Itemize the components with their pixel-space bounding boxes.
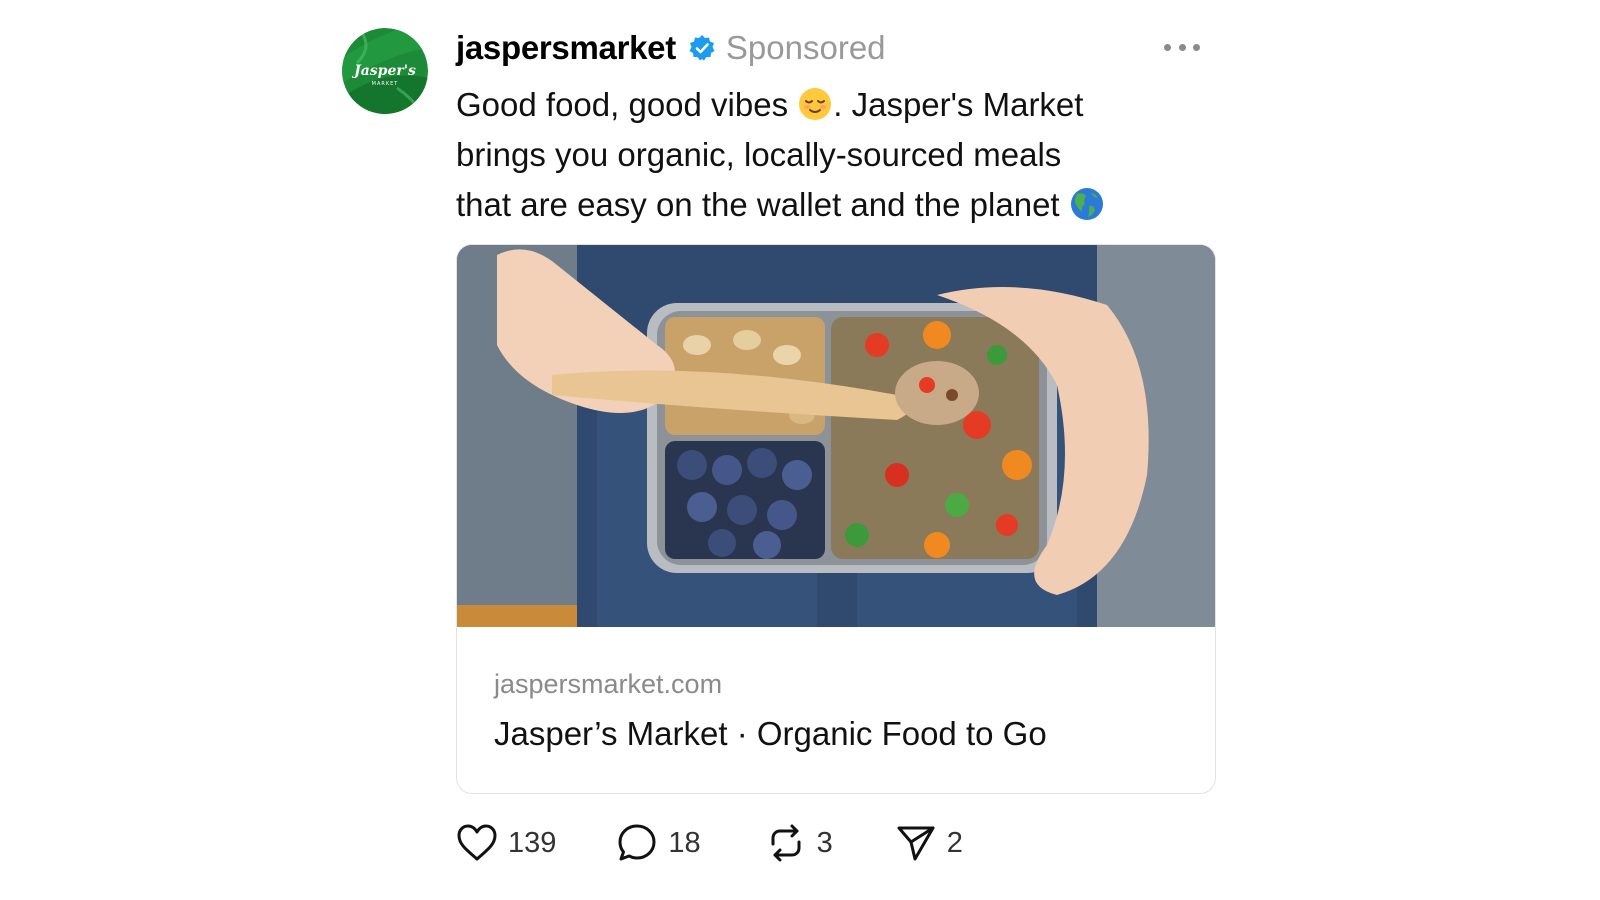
reply-button[interactable]: 18 [616,822,701,864]
verified-badge-icon [688,34,716,62]
link-preview-card[interactable]: jaspersmarket.com Jasper’s Market · Orga… [456,244,1216,794]
post-header: jaspersmarket Sponsored [456,26,886,70]
like-count: 139 [508,826,557,859]
link-domain: jaspersmarket.com [494,669,723,699]
reply-count: 18 [668,826,701,859]
sponsored-label: Sponsored [725,29,886,66]
send-icon [897,826,935,861]
caption-text: brings you organic, locally-sourced meal… [456,136,1062,173]
repost-count: 3 [816,826,833,859]
sponsored-post: Jasper's MARKET jaspersmarket Sponsored … [0,0,1600,900]
like-button[interactable]: 139 [456,823,556,863]
relieved-face-emoji-icon [797,86,833,122]
link-title: Jasper’s Market · Organic Food to Go [494,715,1047,752]
share-count: 2 [946,826,963,859]
avatar[interactable]: Jasper's MARKET [342,28,428,114]
repost-icon [771,824,801,862]
comment-icon [618,824,656,861]
globe-emoji-icon [1069,186,1105,222]
more-options-icon[interactable] [1164,38,1200,56]
username[interactable]: jaspersmarket [456,29,676,67]
repost-button[interactable]: 3 [765,822,833,864]
svg-text:MARKET: MARKET [372,81,399,87]
post-caption: Good food, good vibes . Jasper's Market … [456,80,1216,230]
svg-text:Jasper's: Jasper's [351,63,416,79]
caption-text: that are easy on the wallet and the plan… [456,186,1069,223]
link-preview-image [457,245,1215,627]
caption-text: . Jasper's Market [833,86,1084,123]
heart-icon [457,824,497,861]
share-button[interactable]: 2 [895,822,963,864]
jaspers-market-logo: Jasper's MARKET [342,28,428,114]
post-actions: 139 18 3 2 [456,820,963,866]
caption-text: Good food, good vibes [456,86,798,123]
